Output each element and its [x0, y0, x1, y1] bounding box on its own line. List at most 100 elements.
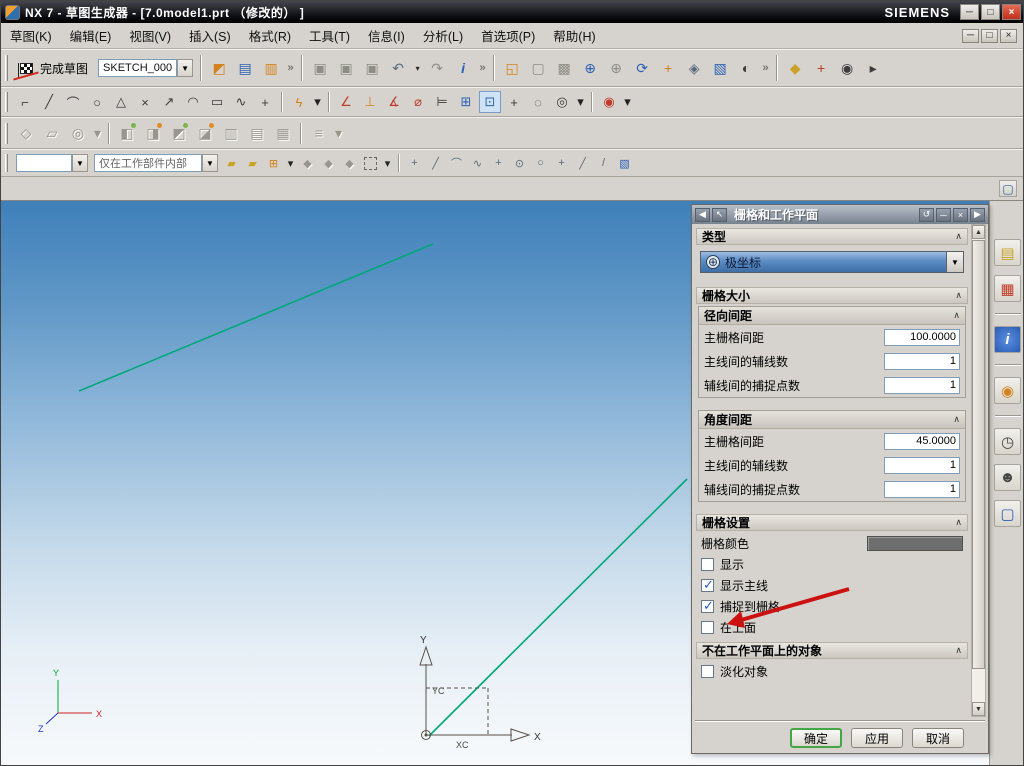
inferred-dimension-icon[interactable]: ∠ — [335, 91, 357, 113]
chamfer-icon[interactable]: ▥ — [219, 121, 243, 145]
toolbar-grip[interactable] — [5, 153, 8, 173]
zoom-box-icon[interactable]: ▢ — [526, 56, 550, 80]
scale-view-icon[interactable]: ▩ — [552, 56, 576, 80]
apply-button[interactable]: 应用 — [851, 728, 903, 748]
finish-sketch-button[interactable]: 完成草图 — [13, 58, 95, 79]
trim-drop-icon[interactable]: ▾ — [312, 91, 323, 113]
grid-settings-section-header[interactable]: 栅格设置 ∧ — [696, 514, 968, 531]
unite-icon[interactable]: ◧ — [115, 121, 139, 145]
combo-drop-icon[interactable]: ▼ — [72, 154, 88, 172]
combo-drop-icon[interactable]: ▼ — [202, 154, 218, 172]
orient-view-icon[interactable]: ◈ — [682, 56, 706, 80]
dropdown-arrow-icon[interactable]: ▼ — [946, 252, 963, 272]
undo-icon[interactable]: ↶ — [386, 56, 410, 80]
gem-b-icon[interactable]: ◆ — [319, 154, 338, 173]
subtract-icon[interactable]: ◨ — [141, 121, 165, 145]
clipboard-icon[interactable]: ▥ — [259, 56, 283, 80]
refresh-icon[interactable]: ⟳ — [630, 56, 654, 80]
minimize-button[interactable]: ─ — [960, 4, 979, 20]
toolbar-grip[interactable] — [5, 55, 8, 81]
scroll-up-button[interactable]: ▲ — [972, 225, 985, 239]
snap-point-icon[interactable]: + — [503, 91, 525, 113]
selection-scope-combo[interactable]: 仅在工作部件内部 ▼ — [94, 154, 218, 172]
roles-icon[interactable]: ☻ — [994, 464, 1021, 491]
offset-icon[interactable]: + — [254, 91, 276, 113]
toolbar-grip[interactable] — [5, 92, 8, 112]
fade-objects-checkbox[interactable] — [701, 665, 714, 678]
chevron-up-icon[interactable]: ∧ — [953, 310, 960, 321]
trim-body-icon[interactable]: ▤ — [245, 121, 269, 145]
close-button[interactable]: × — [1002, 4, 1021, 20]
feature-drop-icon[interactable]: ▾ — [92, 121, 103, 145]
group-drop-icon[interactable]: ▾ — [285, 154, 296, 173]
line-icon[interactable]: ╱ — [38, 91, 60, 113]
reuse-library-icon[interactable]: ◉ — [994, 377, 1021, 404]
display-settings-icon[interactable]: ▢ — [999, 180, 1017, 197]
cancel-button[interactable]: 取消 — [912, 728, 964, 748]
grid-size-section-header[interactable]: 栅格大小 ∧ — [696, 287, 968, 304]
export-icon[interactable]: ▣ — [360, 56, 384, 80]
paste-icon[interactable]: ▤ — [233, 56, 257, 80]
auto-constrain-icon[interactable]: ⊞ — [455, 91, 477, 113]
ok-button[interactable]: 确定 — [790, 728, 842, 748]
show-constraints-icon[interactable]: ⊨ — [431, 91, 453, 113]
create-group-icon[interactable]: ⊞ — [264, 154, 283, 173]
overflow-icon[interactable]: » — [760, 56, 771, 80]
mdi-close-button[interactable]: × — [1000, 28, 1017, 43]
alternate-solution-icon[interactable]: ◎ — [551, 91, 573, 113]
snap-existing-icon[interactable]: ╱ — [573, 154, 592, 173]
chevron-up-icon[interactable]: ∧ — [955, 290, 962, 301]
snap-center-icon[interactable]: ⊙ — [510, 154, 529, 173]
menu-edit[interactable]: 编辑(E) — [61, 23, 121, 48]
snap-quadrant-icon[interactable]: + — [552, 154, 571, 173]
intersect-icon[interactable]: ◩ — [167, 121, 191, 145]
arc-icon[interactable]: ⌒ — [62, 91, 84, 113]
undo-drop-icon[interactable]: ▾ — [412, 56, 423, 80]
menu-help[interactable]: 帮助(H) — [544, 23, 604, 48]
overflow-icon[interactable]: » — [477, 56, 488, 80]
snap-bar-a-icon[interactable]: ▰ — [222, 154, 241, 173]
diameter-dimension-icon[interactable]: ⌀ — [407, 91, 429, 113]
shaded-view-icon[interactable]: ▧ — [708, 56, 732, 80]
history-icon[interactable]: ◷ — [994, 428, 1021, 455]
scroll-down-button[interactable]: ▼ — [972, 702, 985, 716]
angular-spacing-header[interactable]: 角度间距 ∧ — [699, 411, 965, 429]
key-icon[interactable]: ◆ — [783, 56, 807, 80]
snap-circle-icon[interactable]: ○ — [531, 154, 550, 173]
wheel-drop-icon[interactable]: ▾ — [622, 91, 633, 113]
sketch-reattach-icon[interactable]: ◩ — [207, 56, 231, 80]
datum-plane-icon[interactable]: ◇ — [14, 121, 38, 145]
studio-spline-icon[interactable]: ∿ — [230, 91, 252, 113]
marquee-drop-icon[interactable]: ▾ — [382, 154, 393, 173]
dialog-expand-right-button[interactable]: ▶ — [970, 207, 985, 222]
chevron-up-icon[interactable]: ∧ — [953, 414, 960, 425]
preferences-icon[interactable]: ◉ — [835, 56, 859, 80]
dialog-reset-button[interactable]: ↺ — [919, 207, 934, 222]
chevron-up-icon[interactable]: ∧ — [955, 645, 962, 656]
assembly-navigator-icon[interactable]: ▤ — [994, 239, 1021, 266]
show-grid-checkbox[interactable] — [701, 558, 714, 571]
marquee-select-icon[interactable] — [361, 154, 380, 173]
menu-preferences[interactable]: 首选项(P) — [472, 23, 544, 48]
render-style-icon[interactable]: ◐ — [734, 56, 758, 80]
extrude-icon[interactable]: ▱ — [40, 121, 64, 145]
radial-minor-count-input[interactable] — [884, 352, 960, 370]
menu-view[interactable]: 视图(V) — [120, 23, 180, 48]
menu-insert[interactable]: 插入(S) — [180, 23, 240, 48]
circle-icon[interactable]: ○ — [86, 91, 108, 113]
mdi-minimize-button[interactable]: ─ — [962, 28, 979, 43]
constraint-navigator-icon[interactable]: ▦ — [994, 275, 1021, 302]
snap-end-icon[interactable]: ╱ — [426, 154, 445, 173]
fillet-icon[interactable]: ◠ — [182, 91, 204, 113]
quick-trim-icon[interactable]: ϟ — [288, 91, 310, 113]
dialog-scrollbar[interactable]: ▲ ▼ — [971, 224, 986, 717]
pointer-icon[interactable]: ▸ — [861, 56, 885, 80]
menu-tools[interactable]: 工具(T) — [300, 23, 359, 48]
menu-sketch[interactable]: 草图(K) — [1, 23, 61, 48]
fit-view-icon[interactable]: ◱ — [500, 56, 524, 80]
snap-point-enable-icon[interactable]: + — [405, 154, 424, 173]
sketch-wheel-icon[interactable]: ◉ — [598, 91, 620, 113]
dialog-minimize-button[interactable]: ─ — [936, 207, 951, 222]
angle-dimension-icon[interactable]: ∡ — [383, 91, 405, 113]
rectangle-icon[interactable]: ▭ — [206, 91, 228, 113]
